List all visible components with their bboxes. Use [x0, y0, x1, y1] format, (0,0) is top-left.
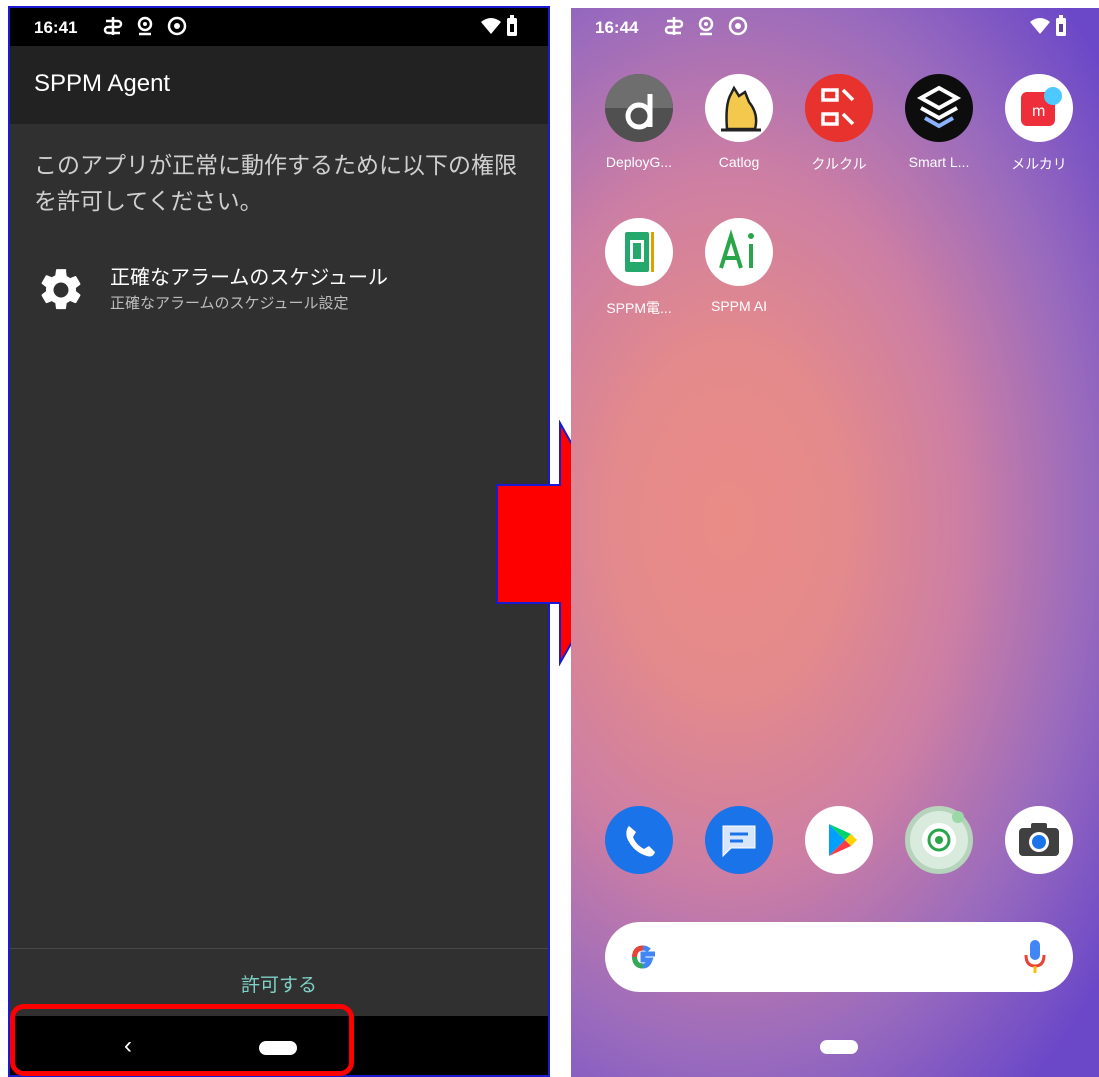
app-label: Catlog: [718, 154, 760, 170]
sync-icon: [664, 17, 684, 35]
camera-icon[interactable]: [1005, 806, 1073, 874]
google-g-icon: [631, 945, 655, 969]
app-deploygate[interactable]: DeployG...: [589, 74, 689, 170]
app-label: Smart L...: [908, 154, 970, 170]
battery-icon: [507, 15, 517, 36]
app-mercari[interactable]: m メルカリ: [989, 74, 1089, 174]
app-bar: SPPM Agent: [10, 46, 548, 124]
app-label: SPPM AI: [710, 298, 768, 314]
app-label: SPPM電...: [606, 300, 672, 316]
status-time: 16:41: [34, 18, 78, 37]
app-kurukuru[interactable]: クルクル: [789, 74, 889, 174]
permission-intro-text: このアプリが正常に動作するために以下の権限を許可してください。: [34, 153, 517, 215]
app-sppm-ai[interactable]: SPPM AI: [689, 218, 789, 314]
allow-button[interactable]: 許可する: [10, 970, 548, 997]
hotspot-icon: [728, 16, 748, 36]
location-icon: [698, 16, 714, 36]
wifi-icon: [481, 18, 501, 34]
right-phone-home-screen: 16:44 DeployG... Catlog クルクル Smart L... …: [571, 8, 1099, 1077]
google-search-bar[interactable]: [605, 922, 1073, 992]
app-label: メルカリ: [1011, 156, 1067, 172]
messages-icon[interactable]: [705, 806, 773, 874]
cat-icon: [705, 74, 773, 142]
deploygate-icon: [605, 74, 673, 142]
app-catlog[interactable]: Catlog: [689, 74, 789, 170]
play-store-icon[interactable]: [805, 806, 873, 874]
app-smart-launcher[interactable]: Smart L...: [889, 74, 989, 170]
left-phone-screen: 16:41 SPPM Agent このアプリが正常に動作するために以下の権限を許…: [8, 6, 550, 1077]
status-bar: 16:44: [571, 8, 1099, 46]
mercari-icon: m: [1005, 74, 1073, 142]
status-bar: 16:41: [10, 8, 548, 46]
navigation-bar-highlight: [10, 1004, 354, 1076]
app-title: SPPM Agent: [34, 70, 171, 97]
app-label: クルクル: [811, 156, 867, 172]
battery-icon: [1056, 15, 1066, 36]
qr-icon: [805, 74, 873, 142]
svg-text:m: m: [1032, 103, 1045, 120]
hotspot-app-icon[interactable]: [905, 806, 973, 874]
permission-subtitle: 正確なアラームのスケジュール設定: [110, 294, 349, 312]
divider: [10, 948, 548, 949]
app-label: DeployG...: [605, 154, 673, 170]
sppm-phone-icon: [605, 218, 673, 286]
wifi-icon: [1030, 18, 1050, 34]
sppm-ai-icon: [705, 218, 773, 286]
home-gesture-pill[interactable]: [820, 1040, 858, 1054]
permission-title: 正確なアラームのスケジュール: [110, 265, 388, 289]
location-icon: [137, 16, 153, 36]
sync-icon: [103, 17, 123, 35]
permission-item-exact-alarm[interactable]: 正確なアラームのスケジュール 正確なアラームのスケジュール設定: [34, 260, 524, 320]
gear-icon: [41, 269, 81, 310]
hotspot-icon: [167, 16, 187, 36]
status-time: 16:44: [595, 18, 639, 37]
app-sppm-denwa[interactable]: SPPM電...: [589, 218, 689, 318]
microphone-icon[interactable]: [1023, 938, 1047, 976]
phone-icon[interactable]: [605, 806, 673, 874]
layers-icon: [905, 74, 973, 142]
